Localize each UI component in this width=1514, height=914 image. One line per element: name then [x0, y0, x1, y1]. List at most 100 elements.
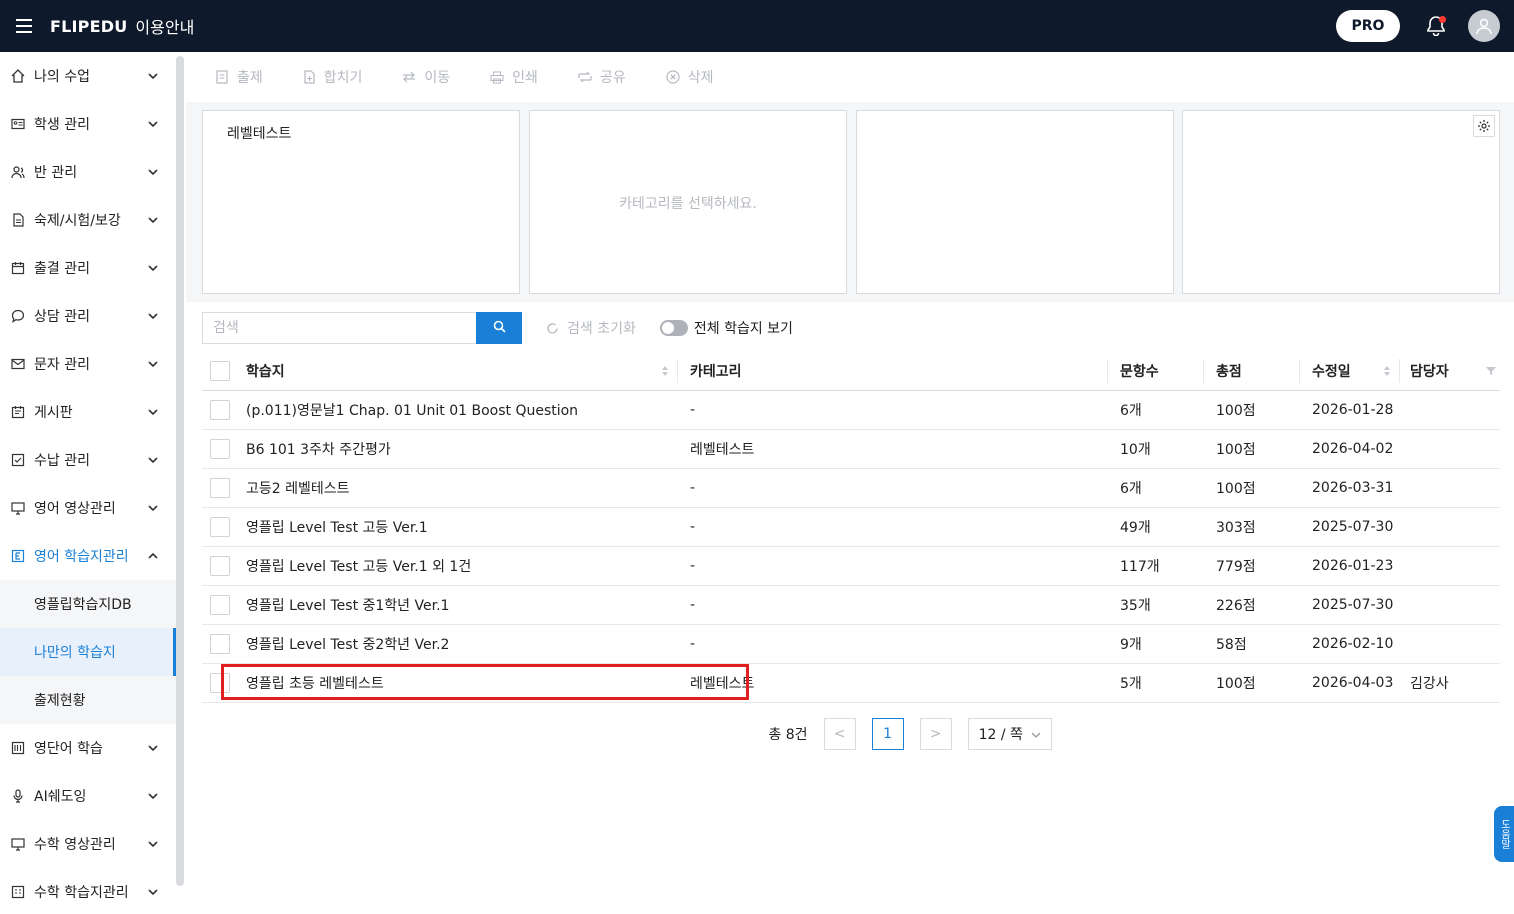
sidebar-item-ai-shadowing[interactable]: AI쉐도잉 [0, 772, 176, 820]
chevron-down-icon [148, 69, 158, 85]
row-checkbox[interactable] [210, 634, 230, 654]
cell-name[interactable]: B6 101 3주차 주간평가 [238, 430, 678, 468]
table-row[interactable]: 영플립 Level Test 중2학년 Ver.2 - 9개 58점 2026-… [202, 625, 1500, 664]
cell-count: 9개 [1120, 637, 1142, 653]
next-page-button[interactable]: > [919, 718, 952, 750]
sidebar-item-my-class[interactable]: 나의 수업 [0, 52, 176, 100]
main-content: 출제 합치기 이동 인쇄 공유 삭제 레벨테스트 카테고리를 선택하세요. 검색… [186, 52, 1514, 914]
search-reset-label: 검색 초기화 [567, 321, 636, 337]
sidebar-item-board[interactable]: 게시판 [0, 388, 176, 436]
cell-name[interactable]: 영플립 Level Test 중2학년 Ver.2 [238, 625, 678, 663]
cell-category: - [690, 402, 696, 418]
category-item-level-test[interactable]: 레벨테스트 [227, 123, 291, 143]
table-row[interactable]: B6 101 3주차 주간평가 레벨테스트 10개 100점 2026-04-0… [202, 430, 1500, 469]
column-header-name[interactable]: 학습지 [238, 359, 678, 383]
table-row[interactable]: 고등2 레벨테스트 - 6개 100점 2026-03-31 [202, 469, 1500, 508]
chevron-down-icon [148, 117, 158, 133]
cell-name[interactable]: 영플립 Level Test 고등 Ver.1 외 1건 [238, 547, 678, 585]
chevron-down-icon [148, 741, 158, 757]
cell-name[interactable]: 영플립 초등 레벨테스트 [238, 664, 678, 702]
show-all-worksheets-toggle[interactable]: 전체 학습지 보기 [659, 318, 793, 338]
column-header-owner[interactable]: 담당자 [1400, 352, 1500, 390]
prev-page-button[interactable]: < [823, 718, 856, 750]
sort-icon[interactable] [1383, 365, 1391, 377]
sidebar-item-english-worksheets[interactable]: 영어 학습지관리 [0, 532, 176, 580]
filter-icon[interactable] [1486, 366, 1496, 376]
math-book-icon [10, 884, 26, 900]
search-input[interactable] [202, 312, 476, 344]
publish-icon [216, 70, 229, 84]
sidebar: 나의 수업 학생 관리 반 관리 숙제/시험/보강 출결 관리 상담 관리 문자… [0, 52, 176, 914]
row-checkbox[interactable] [210, 439, 230, 459]
sidebar-item-label: 출결 관리 [34, 261, 90, 277]
sidebar-item-label: 나의 수업 [34, 69, 90, 85]
merge-button[interactable]: 합치기 [303, 67, 362, 87]
row-checkbox[interactable] [210, 556, 230, 576]
chevron-down-icon [148, 261, 158, 277]
sidebar-subitem-yflip-db[interactable]: 영플립학습지DB [0, 580, 176, 628]
print-label: 인쇄 [512, 70, 538, 86]
sort-icon[interactable] [661, 365, 669, 377]
app-logo[interactable]: FLIPEDU [50, 17, 127, 36]
sidebar-subitem-my-worksheets[interactable]: 나만의 학습지 [0, 628, 176, 676]
row-checkbox[interactable] [210, 673, 230, 693]
sidebar-scrollbar[interactable] [176, 52, 184, 914]
top-navigation-bar: FLIPEDU 이용안내 PRO [0, 0, 1514, 52]
share-button[interactable]: 공유 [578, 67, 626, 87]
row-checkbox[interactable] [210, 517, 230, 537]
table-row[interactable]: 영플립 초등 레벨테스트 레벨테스트 5개 100점 2026-04-03 김강… [202, 664, 1500, 703]
delete-button[interactable]: 삭제 [666, 67, 713, 87]
row-checkbox[interactable] [210, 595, 230, 615]
sidebar-item-math-video[interactable]: 수학 영상관리 [0, 820, 176, 868]
user-avatar[interactable] [1468, 10, 1500, 42]
sidebar-item-vocab[interactable]: 영단어 학습 [0, 724, 176, 772]
chevron-down-icon [148, 165, 158, 181]
pro-button[interactable]: PRO [1336, 10, 1400, 42]
cell-date: 2026-01-28 [1312, 402, 1394, 418]
guide-link[interactable]: 이용안내 [135, 14, 194, 38]
header-date-label: 수정일 [1312, 364, 1351, 380]
sidebar-subitem-publish-status[interactable]: 출제현황 [0, 676, 176, 724]
move-button[interactable]: 이동 [402, 67, 450, 87]
table-row[interactable]: 영플립 Level Test 고등 Ver.1 외 1건 - 117개 779점… [202, 547, 1500, 586]
help-side-tab[interactable]: 도움말 [1494, 806, 1514, 862]
cell-date: 2026-02-10 [1312, 636, 1394, 652]
sidebar-item-classes[interactable]: 반 관리 [0, 148, 176, 196]
cell-name[interactable]: 영플립 Level Test 고등 Ver.1 [238, 508, 678, 546]
sidebar-item-counseling[interactable]: 상담 관리 [0, 292, 176, 340]
sidebar-item-attendance[interactable]: 출결 관리 [0, 244, 176, 292]
row-checkbox[interactable] [210, 400, 230, 420]
monitor-icon [10, 836, 26, 852]
sidebar-item-messages[interactable]: 문자 관리 [0, 340, 176, 388]
table-row[interactable]: (p.011)영문날1 Chap. 01 Unit 01 Boost Quest… [202, 391, 1500, 430]
cell-name[interactable]: 고등2 레벨테스트 [238, 469, 678, 507]
sidebar-item-label: 수학 영상관리 [34, 837, 116, 853]
search-reset-button[interactable]: 검색 초기화 [546, 318, 636, 338]
table-row[interactable]: 영플립 Level Test 중1학년 Ver.1 - 35개 226점 202… [202, 586, 1500, 625]
cell-name[interactable]: 영플립 Level Test 중1학년 Ver.1 [238, 586, 678, 624]
people-icon [10, 164, 26, 180]
column-header-date[interactable]: 수정일 [1300, 359, 1400, 383]
search-button[interactable] [476, 312, 522, 344]
page-button-current[interactable]: 1 [871, 718, 904, 750]
scrollbar-thumb[interactable] [176, 56, 184, 886]
sidebar-item-payments[interactable]: 수납 관리 [0, 436, 176, 484]
column-header-count: 문항수 [1108, 359, 1204, 383]
print-button[interactable]: 인쇄 [490, 67, 538, 87]
sidebar-item-students[interactable]: 학생 관리 [0, 100, 176, 148]
notification-bell-icon[interactable] [1420, 10, 1452, 42]
row-checkbox[interactable] [210, 478, 230, 498]
sidebar-item-english-video[interactable]: 영어 영상관리 [0, 484, 176, 532]
sidebar-item-label: 상담 관리 [34, 309, 90, 325]
menu-icon[interactable] [6, 0, 42, 52]
publish-button[interactable]: 출제 [216, 67, 263, 87]
sidebar-item-math-worksheets[interactable]: 수학 학습지관리 [0, 868, 176, 914]
table-row[interactable]: 영플립 Level Test 고등 Ver.1 - 49개 303점 2025-… [202, 508, 1500, 547]
toggle-switch[interactable] [659, 320, 688, 336]
select-all-checkbox[interactable] [210, 361, 230, 381]
cell-name[interactable]: (p.011)영문날1 Chap. 01 Unit 01 Boost Quest… [238, 391, 678, 429]
cell-date: 2025-07-30 [1312, 597, 1394, 613]
page-size-select[interactable]: 12 / 쪽 [967, 718, 1052, 750]
category-settings-gear-icon[interactable] [1473, 115, 1495, 137]
sidebar-item-homework[interactable]: 숙제/시험/보강 [0, 196, 176, 244]
